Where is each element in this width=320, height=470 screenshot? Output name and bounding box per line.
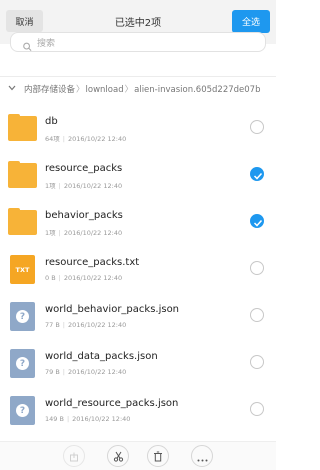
delete-icon (153, 447, 163, 466)
file-date: 2016/10/22 12:40 (67, 135, 127, 143)
more-icon (197, 447, 208, 466)
checkmark-icon (253, 219, 263, 227)
file-row[interactable]: ? world_resource_packs.json 149 B | 2016/10/… (0, 388, 276, 435)
meta-divider: | (58, 182, 61, 190)
unknown-file-icon: ? (8, 302, 37, 331)
unknown-file-icon: ? (8, 349, 37, 378)
file-date: 2016/10/22 12:40 (68, 321, 127, 329)
file-date: 2016/10/22 12:40 (72, 415, 131, 423)
chevron-down-icon[interactable] (8, 84, 16, 94)
folder-icon (8, 208, 37, 237)
meta-divider: | (66, 415, 70, 423)
meta-divider: | (62, 368, 65, 376)
file-row[interactable]: db 64项 | 2016/10/22 12:40 (0, 106, 276, 153)
file-meta: 77 B | 2016/10/22 12:40 (45, 321, 126, 329)
file-row[interactable]: TXT resource_packs.txt 0 B | 2016/10/22 12:4… (0, 247, 276, 294)
search-placeholder: 搜索 (37, 39, 56, 49)
meta-divider: | (58, 229, 61, 237)
checkbox[interactable] (250, 120, 264, 134)
cut-button[interactable] (107, 445, 129, 467)
file-name: world_behavior_packs.json (45, 304, 180, 315)
txt-file-icon: TXT (8, 255, 37, 284)
file-name: db (45, 116, 58, 127)
bottom-toolbar (0, 441, 276, 470)
breadcrumb-item-current[interactable]: alien-invasion.605d227de07b (134, 85, 260, 95)
meta-divider: | (62, 135, 65, 143)
file-name: world_data_packs.json (45, 351, 158, 362)
cut-icon (113, 447, 124, 466)
breadcrumb-item-download[interactable]: lownload (86, 85, 124, 95)
checkbox[interactable] (250, 402, 264, 416)
checkmark-icon (253, 172, 263, 180)
folder-icon (8, 161, 37, 190)
file-meta: 1项 | 2016/10/22 12:40 (45, 227, 122, 237)
file-meta: 0 B | 2016/10/22 12:40 (45, 274, 122, 282)
checkbox[interactable] (250, 261, 264, 275)
checkbox[interactable] (250, 355, 264, 369)
file-row[interactable]: behavior_packs 1项 | 2016/10/22 12:40 (0, 200, 276, 247)
meta-divider: | (62, 321, 65, 329)
file-size: 149 B (45, 415, 64, 423)
file-name: resource_packs.txt (45, 257, 140, 268)
file-name: behavior_packs (45, 210, 123, 221)
file-date: 2016/10/22 12:40 (63, 229, 123, 237)
file-list: db 64项 | 2016/10/22 12:40 resource_packs 1项 | 2… (0, 106, 276, 435)
delete-button[interactable] (147, 445, 169, 467)
unknown-file-icon: ? (8, 396, 37, 425)
select-all-button[interactable]: 全选 (232, 10, 270, 33)
file-row[interactable]: ? world_behavior_packs.json 77 B | 2016/10/2… (0, 294, 276, 341)
txt-file-label: TXT (10, 255, 35, 284)
meta-divider: | (58, 274, 61, 282)
file-meta: 64项 | 2016/10/22 12:40 (45, 133, 126, 143)
search-icon (23, 37, 32, 56)
file-row[interactable]: resource_packs 1项 | 2016/10/22 12:40 (0, 153, 276, 200)
folder-icon (8, 114, 37, 143)
file-size: 1项 (45, 182, 56, 190)
file-meta: 1项 | 2016/10/22 12:40 (45, 180, 122, 190)
file-date: 2016/10/22 12:40 (68, 368, 127, 376)
file-date: 2016/10/22 12:40 (63, 274, 123, 282)
share-button[interactable] (63, 445, 85, 467)
file-name: world_resource_packs.json (45, 398, 179, 409)
file-row[interactable]: ? world_data_packs.json 79 B | 2016/10/22 12… (0, 341, 276, 388)
file-size: 0 B (45, 274, 56, 282)
file-meta: 149 B | 2016/10/22 12:40 (45, 415, 130, 423)
search-input[interactable]: 搜索 (10, 32, 266, 52)
file-size: 1项 (45, 229, 56, 237)
file-size: 77 B (45, 321, 60, 329)
breadcrumb: 内部存储设备〉lownload〉alien-invasion.605d227de… (0, 76, 276, 100)
file-meta: 79 B | 2016/10/22 12:40 (45, 368, 126, 376)
checkbox-checked[interactable] (250, 214, 264, 228)
checkbox-checked[interactable] (250, 167, 264, 181)
share-icon (69, 447, 79, 466)
breadcrumb-separator: 〉 (124, 85, 134, 95)
file-date: 2016/10/22 12:40 (63, 182, 123, 190)
checkbox[interactable] (250, 308, 264, 322)
file-size: 79 B (45, 368, 60, 376)
more-button[interactable] (191, 445, 213, 467)
file-name: resource_packs (45, 163, 123, 174)
breadcrumb-separator: 〉 (76, 85, 85, 95)
file-size: 64项 (45, 135, 60, 143)
breadcrumb-item-storage[interactable]: 内部存储设备 (24, 85, 75, 95)
